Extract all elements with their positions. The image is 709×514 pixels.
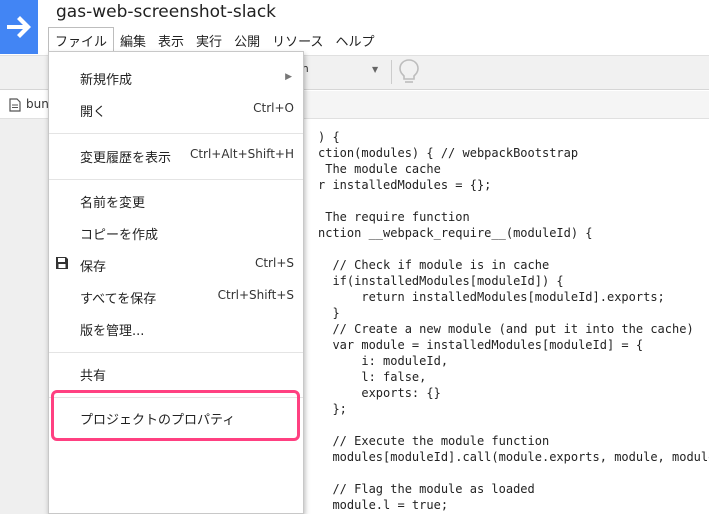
menu-publish[interactable]: 公開 (228, 27, 266, 52)
code-text: l: false, (318, 370, 427, 384)
menu-help[interactable]: ヘルプ (329, 27, 380, 52)
apps-script-logo[interactable] (0, 0, 38, 54)
arrow-right-icon (7, 16, 31, 38)
menu-item-shortcut: Ctrl+O (253, 101, 294, 115)
menu-item-label: 変更履歴を表示 (80, 151, 172, 166)
annotation-highlight (51, 390, 300, 441)
code-text: } (318, 306, 340, 320)
menu-view[interactable]: 表示 (152, 27, 190, 52)
submenu-arrow-icon: ▶ (285, 72, 292, 82)
menu-resources[interactable]: リソース (266, 27, 329, 52)
toolbar-divider (391, 60, 392, 84)
menu-item-history[interactable]: 変更履歴を表示 Ctrl+Alt+Shift+H (49, 140, 303, 170)
code-text: ction(modules) { // webpackBootstrap (318, 146, 579, 160)
menu-item-rename[interactable]: 名前を変更 (49, 185, 303, 215)
menu-item-open[interactable]: 開く Ctrl+O (49, 94, 303, 124)
code-text: module.l = true; (318, 498, 449, 512)
code-text: var module = installedModules[moduleId] … (318, 338, 644, 352)
code-text: modules[moduleId].call(module.exports, m… (318, 450, 709, 464)
code-text: // Flag the module as loaded (318, 482, 535, 496)
code-text: r installedModules = {}; (318, 178, 492, 192)
code-text: exports: {} (318, 386, 441, 400)
code-text: i: moduleId, (318, 354, 449, 368)
code-text: if(installedModules[moduleId]) { (318, 274, 564, 288)
menu-item-label: 名前を変更 (80, 196, 146, 211)
menu-bar: ファイル 編集 表示 実行 公開 リソース ヘルプ (48, 27, 380, 52)
code-text: // Create a new module (and put it into … (318, 322, 694, 336)
code-text: // Execute the module function (318, 434, 550, 448)
code-text: The module cache (318, 162, 441, 176)
menu-item-share[interactable]: 共有 (49, 358, 303, 388)
menu-item-label: 新規作成 (80, 73, 133, 88)
menu-divider (49, 352, 303, 353)
code-text: nction __webpack_require__(moduleId) { (318, 226, 593, 240)
file-tab-label[interactable]: bun (26, 97, 49, 111)
code-text: The require function (318, 210, 470, 224)
menu-run[interactable]: 実行 (190, 27, 228, 52)
menu-item-label: コピーを作成 (80, 228, 159, 243)
menu-item-save-all[interactable]: すべてを保存 Ctrl+Shift+S (49, 281, 303, 311)
menu-file[interactable]: ファイル (48, 27, 115, 52)
code-text: return installedModules[moduleId].export… (318, 290, 665, 304)
document-icon (9, 98, 21, 112)
menu-item-shortcut: Ctrl+Alt+Shift+H (189, 147, 294, 161)
menu-item-manage-versions[interactable]: 版を管理... (49, 313, 303, 343)
code-text: ) { (318, 130, 340, 144)
menu-item-save[interactable]: 保存 Ctrl+S (49, 249, 303, 279)
menu-item-shortcut: Ctrl+S (254, 256, 294, 270)
code-text: }; (318, 402, 347, 416)
menu-item-shortcut: Ctrl+Shift+S (217, 288, 294, 302)
menu-divider (49, 133, 303, 134)
save-icon (56, 257, 68, 269)
menu-item-label: 版を管理... (80, 324, 145, 339)
menu-item-label: 保存 (80, 260, 107, 275)
menu-item-label: すべてを保存 (80, 292, 157, 307)
menu-divider (49, 179, 303, 180)
menu-edit[interactable]: 編集 (114, 27, 152, 52)
project-title[interactable]: gas-web-screenshot-slack (56, 2, 276, 22)
menu-item-copy[interactable]: コピーを作成 (49, 217, 303, 247)
menu-item-new[interactable]: 新規作成 ▶ (49, 62, 303, 92)
caret-down-icon[interactable]: ▼ (372, 65, 378, 74)
menu-item-label: 共有 (80, 369, 107, 384)
menu-item-label: 開く (80, 105, 107, 120)
file-menu-dropdown: 新規作成 ▶ 開く Ctrl+O 変更履歴を表示 Ctrl+Alt+Shift+… (48, 51, 304, 514)
code-text: // Check if module is in cache (318, 258, 550, 272)
lightbulb-icon[interactable] (398, 58, 420, 86)
